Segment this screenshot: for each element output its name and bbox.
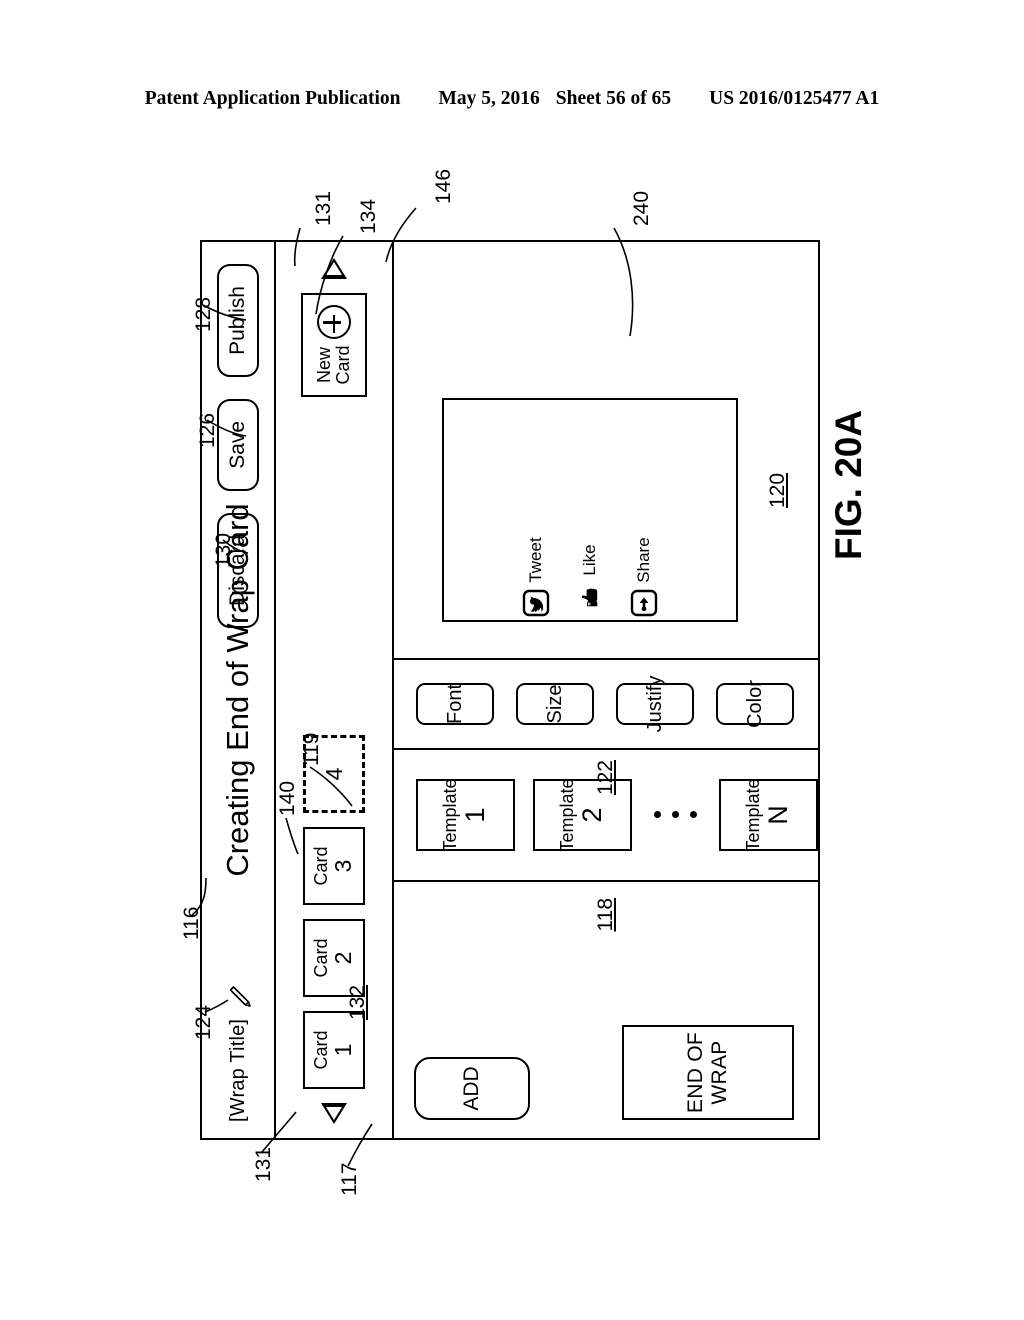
reference-146: 146 xyxy=(432,168,455,204)
template-panel: Template 1 Template 2 Template N 122 xyxy=(394,748,818,880)
editor-body: ADD END OF WRAP 118 Template 1 Template … xyxy=(394,242,818,1138)
color-button[interactable]: Color xyxy=(716,680,794,728)
reference-140: 140 xyxy=(276,780,299,816)
reference-118: 118 xyxy=(594,898,617,932)
template-item-n[interactable]: Template N xyxy=(719,778,818,852)
preview-panel: Font Size Justify Color Tweet Like Share… xyxy=(394,242,818,748)
social-action-row: Tweet Like Share xyxy=(444,537,736,616)
ellipsis-dot xyxy=(672,811,679,819)
card-strip: Card 1 Card 2 Card 3 4 New Card 132 xyxy=(276,242,394,1138)
share-action[interactable]: Share xyxy=(630,537,658,616)
card-thumbnail-3[interactable]: Card 3 xyxy=(303,827,365,905)
publication-header: Patent Application Publication May 5, 20… xyxy=(0,88,1024,110)
justify-button[interactable]: Justify xyxy=(616,676,694,732)
reference-240: 240 xyxy=(630,190,653,226)
reference-122: 122 xyxy=(594,760,617,796)
title-bar: [Wrap Title] Creating End of Wrap Card D… xyxy=(202,242,276,1138)
card-thumbnail-number: 4 xyxy=(320,767,347,781)
triangle-left-icon[interactable] xyxy=(321,1103,347,1124)
card-thumbnail-label: Card xyxy=(311,938,332,978)
application-window-frame: [Wrap Title] Creating End of Wrap Card D… xyxy=(200,240,820,1140)
new-card-button[interactable]: New Card xyxy=(301,293,367,397)
reference-119: 119 xyxy=(300,732,323,766)
card-thumbnail-1[interactable]: Card 1 xyxy=(303,1011,365,1089)
like-action[interactable]: Like xyxy=(576,544,604,609)
thumbs-up-icon[interactable] xyxy=(576,582,604,610)
publish-button[interactable]: Publish xyxy=(217,264,259,377)
reference-128: 128 xyxy=(192,296,215,332)
twitter-bird-icon[interactable] xyxy=(522,589,550,617)
tweet-label: Tweet xyxy=(526,537,545,583)
reference-131-top: 131 xyxy=(312,190,335,226)
discard-button[interactable]: Discard xyxy=(217,512,259,628)
triangle-right-icon[interactable] xyxy=(321,258,347,279)
reference-117: 117 xyxy=(338,1162,361,1196)
figure-label: FIG. 20A xyxy=(828,409,869,560)
publication-date: May 5, 2016 xyxy=(438,88,540,109)
like-label: Like xyxy=(580,544,599,576)
save-button[interactable]: Save xyxy=(217,398,259,491)
card-thumbnail-number: 3 xyxy=(330,859,357,873)
card-thumbnail-label: Card xyxy=(311,1030,332,1070)
reference-126: 126 xyxy=(196,412,219,448)
template-number: 2 xyxy=(576,807,607,823)
new-card-label-line2: Card xyxy=(333,345,353,385)
card-thumbnail-number: 1 xyxy=(330,1043,357,1057)
publication-number: US 2016/0125477 A1 xyxy=(709,88,880,109)
new-card-label: New Card xyxy=(314,345,353,385)
size-button[interactable]: Size xyxy=(516,683,594,725)
end-of-wrap-card[interactable]: END OF WRAP xyxy=(622,1025,794,1120)
reference-130: 130 xyxy=(212,532,235,568)
share-icon[interactable] xyxy=(630,589,658,617)
reference-116: 116 xyxy=(180,906,203,940)
template-number: 1 xyxy=(459,807,490,823)
font-button[interactable]: Font xyxy=(416,683,494,725)
share-label: Share xyxy=(634,537,653,583)
reference-124: 124 xyxy=(192,1004,215,1040)
end-of-wrap-card-preview[interactable]: Tweet Like Share xyxy=(442,398,738,622)
template-label: Template xyxy=(556,778,577,852)
plus-circle-icon[interactable] xyxy=(317,305,351,340)
card-thumbnail-number: 2 xyxy=(330,951,357,965)
template-ellipsis xyxy=(654,811,697,819)
new-card-label-line1: New xyxy=(314,347,335,384)
publication-left-text: Patent Application Publication xyxy=(144,88,401,109)
ellipsis-dot xyxy=(690,811,697,819)
preview-area: Tweet Like Share 120 xyxy=(394,242,818,658)
figure-stage: [Wrap Title] Creating End of Wrap Card D… xyxy=(200,240,820,1140)
add-button[interactable]: ADD xyxy=(414,1057,530,1120)
wrap-title-field[interactable]: [Wrap Title] xyxy=(227,1019,250,1122)
title-bar-actions: Discard Save Publish xyxy=(217,264,259,628)
template-item-1[interactable]: Template 1 xyxy=(416,778,515,852)
pencil-icon[interactable] xyxy=(227,983,253,1009)
tweet-action[interactable]: Tweet xyxy=(522,537,550,616)
card-thumbnail-label: Card xyxy=(311,846,332,886)
reference-132: 132 xyxy=(346,984,369,1020)
reference-120: 120 xyxy=(766,472,789,508)
ellipsis-dot xyxy=(654,811,661,819)
template-label: Template xyxy=(742,778,763,852)
reference-134: 134 xyxy=(357,198,380,234)
format-toolbar: Font Size Justify Color xyxy=(394,658,818,748)
card-canvas-panel: ADD END OF WRAP 118 xyxy=(394,880,818,1138)
publication-sheet: Sheet 56 of 65 xyxy=(555,88,672,109)
template-number: N xyxy=(762,805,793,825)
reference-131-bottom: 131 xyxy=(252,1146,275,1182)
template-label: Template xyxy=(439,778,460,852)
